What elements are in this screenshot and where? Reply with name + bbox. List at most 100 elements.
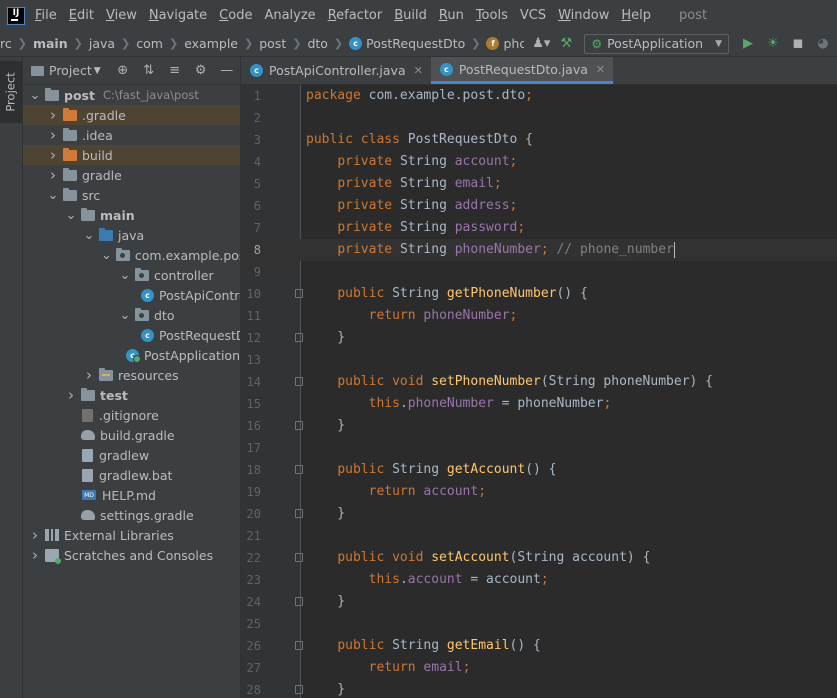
fold-marker-icon[interactable]: [295, 553, 303, 562]
chevron-down-icon[interactable]: ⌄: [119, 308, 131, 323]
tree-item[interactable]: › External Libraries: [23, 525, 240, 545]
code-token: setPhoneNumber: [431, 374, 541, 389]
tree-item[interactable]: gradlew: [23, 445, 240, 465]
close-icon[interactable]: ✕: [596, 63, 605, 76]
chevron-right-icon[interactable]: ›: [47, 146, 59, 164]
tree-item[interactable]: ⌄ dto: [23, 305, 240, 325]
tree-item[interactable]: › Scratches and Consoles: [23, 545, 240, 565]
chevron-right-icon[interactable]: ›: [29, 546, 41, 564]
menu-item[interactable]: Analyze: [264, 8, 315, 23]
breadcrumb-item[interactable]: java: [89, 36, 115, 51]
minimize-icon[interactable]: —: [219, 63, 235, 79]
menu-item[interactable]: Window: [558, 8, 609, 23]
tree-item[interactable]: MD HELP.md: [23, 485, 240, 505]
tree-item[interactable]: › .gradle: [23, 105, 240, 125]
expand-all-icon[interactable]: ⇅: [141, 63, 157, 79]
fold-marker-icon[interactable]: [295, 465, 303, 474]
chevron-right-icon: ❯: [292, 37, 302, 50]
chevron-right-icon[interactable]: ›: [83, 366, 95, 384]
project-view-select[interactable]: Project ▼: [31, 63, 101, 78]
chevron-right-icon[interactable]: ›: [29, 526, 41, 544]
chevron-down-icon[interactable]: ⌄: [47, 188, 59, 203]
fold-marker-icon[interactable]: [295, 333, 303, 342]
tree-item[interactable]: settings.gradle: [23, 505, 240, 525]
tree-item[interactable]: ⌄ controller: [23, 265, 240, 285]
collapse-all-icon[interactable]: ≡: [167, 63, 183, 79]
tree-item[interactable]: ⌄ com.example.post: [23, 245, 240, 265]
run-configuration-select[interactable]: ⚙ PostApplication ▼: [584, 33, 729, 54]
tree-item[interactable]: ⌄ main: [23, 205, 240, 225]
debug-icon[interactable]: ☀: [762, 34, 784, 54]
tree-item[interactable]: › test: [23, 385, 240, 405]
menu-item[interactable]: Edit: [69, 8, 94, 23]
code-token: public: [337, 638, 393, 653]
breadcrumb-item[interactable]: c PostRequestDto: [349, 36, 465, 51]
tree-item[interactable]: .gitignore: [23, 405, 240, 425]
tree-item-label: main: [100, 207, 135, 223]
editor-tab[interactable]: c PostApiController.java ✕: [241, 57, 431, 84]
tree-item[interactable]: ⌄ post C:\fast_java\post: [23, 85, 240, 105]
tree-item-label: External Libraries: [64, 527, 174, 543]
menu-label: dit: [77, 8, 94, 23]
chevron-down-icon[interactable]: ⌄: [65, 208, 77, 223]
breadcrumb-item[interactable]: com: [136, 36, 163, 51]
fold-marker-icon[interactable]: [295, 421, 303, 430]
menu-item[interactable]: View: [106, 8, 137, 23]
menu-item[interactable]: Build: [394, 8, 427, 23]
code-line: 11 return phoneNumber;: [241, 305, 837, 327]
gear-icon[interactable]: ⚙: [193, 63, 209, 79]
tree-item-label: src: [82, 187, 101, 203]
coverage-icon[interactable]: ◼: [787, 34, 809, 54]
tree-item[interactable]: c PostApiController: [23, 285, 240, 305]
menu-item[interactable]: VCS: [520, 8, 546, 23]
fold-marker-icon[interactable]: [295, 597, 303, 606]
locate-icon[interactable]: ⊕: [115, 63, 131, 79]
fold-marker-icon[interactable]: [295, 641, 303, 650]
tree-item[interactable]: › resources: [23, 365, 240, 385]
chevron-right-icon[interactable]: ›: [47, 106, 59, 124]
chevron-right-icon[interactable]: ›: [47, 126, 59, 144]
menu-item[interactable]: Run: [439, 8, 464, 23]
menu-item[interactable]: Code: [219, 8, 252, 23]
tree-item[interactable]: › gradle: [23, 165, 240, 185]
tree-item[interactable]: build.gradle: [23, 425, 240, 445]
menu-item[interactable]: Tools: [476, 8, 508, 23]
chevron-right-icon: ❯: [73, 37, 83, 50]
close-icon[interactable]: ✕: [414, 64, 423, 77]
tree-item[interactable]: c PostApplication: [23, 345, 240, 365]
chevron-down-icon[interactable]: ⌄: [119, 268, 131, 283]
profile-icon[interactable]: ◕: [812, 34, 834, 54]
chevron-down-icon[interactable]: ⌄: [29, 88, 41, 103]
breadcrumb-item[interactable]: main: [33, 36, 68, 51]
menu-item[interactable]: Navigate: [149, 8, 207, 23]
breadcrumb-item[interactable]: example: [184, 36, 238, 51]
fold-marker-icon[interactable]: [295, 509, 303, 518]
breadcrumb-item[interactable]: rc: [0, 36, 12, 51]
menu-item[interactable]: Help: [621, 8, 651, 23]
code-token: getAccount: [446, 462, 526, 477]
user-icon[interactable]: ♟▾: [530, 34, 552, 54]
project-tool-window-tab[interactable]: Project: [0, 61, 22, 123]
code-area[interactable]: 1 package com.example.post.dto; 2 3 public c…: [241, 85, 837, 698]
hammer-icon[interactable]: ⚒: [555, 34, 577, 54]
fold-marker-icon[interactable]: [295, 377, 303, 386]
tree-item[interactable]: › build: [23, 145, 240, 165]
tree-item[interactable]: ⌄ java: [23, 225, 240, 245]
tree-item[interactable]: › .idea: [23, 125, 240, 145]
tree-item[interactable]: gradlew.bat: [23, 465, 240, 485]
fold-marker-icon[interactable]: [295, 289, 303, 298]
menu-item[interactable]: File: [35, 8, 57, 23]
chevron-right-icon[interactable]: ›: [65, 386, 77, 404]
tree-item[interactable]: ⌄ src: [23, 185, 240, 205]
run-icon[interactable]: ▶: [737, 34, 759, 54]
fold-marker-icon[interactable]: [295, 685, 303, 694]
tree-item[interactable]: c PostRequestDto: [23, 325, 240, 345]
chevron-down-icon[interactable]: ⌄: [101, 248, 112, 263]
package-icon: [135, 307, 149, 321]
breadcrumb-item[interactable]: post: [259, 36, 286, 51]
editor-tab[interactable]: c PostRequestDto.java ✕: [430, 57, 614, 84]
menu-item[interactable]: Refactor: [328, 8, 383, 23]
chevron-down-icon[interactable]: ⌄: [83, 228, 95, 243]
chevron-right-icon[interactable]: ›: [47, 166, 59, 184]
breadcrumb-item[interactable]: dto: [307, 36, 327, 51]
